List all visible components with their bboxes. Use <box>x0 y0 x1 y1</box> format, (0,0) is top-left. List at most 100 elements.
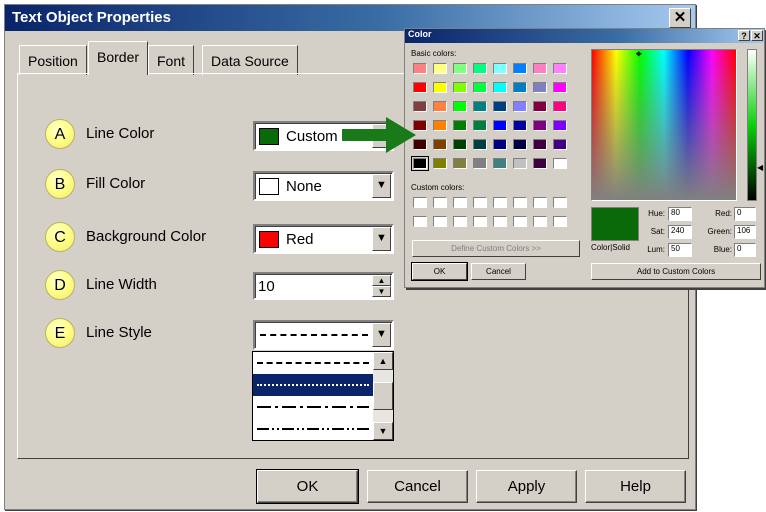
custom-color-cell[interactable] <box>513 197 527 208</box>
basic-color-cell[interactable] <box>453 82 467 93</box>
main-close-button[interactable]: ✕ <box>669 8 691 28</box>
add-to-custom-colors-button[interactable]: Add to Custom Colors <box>591 263 761 280</box>
line-style-scrollbar[interactable]: ▲ ▼ <box>373 352 393 440</box>
tab-font[interactable]: Font <box>148 45 195 75</box>
basic-color-cell[interactable] <box>473 82 487 93</box>
color-titlebar[interactable]: Color ? ✕ <box>405 29 764 43</box>
ok-button[interactable]: OK <box>256 469 359 504</box>
basic-color-cell[interactable] <box>433 82 447 93</box>
basic-color-cell[interactable] <box>413 63 427 74</box>
basic-color-cell[interactable] <box>493 139 507 150</box>
custom-color-cell[interactable] <box>453 197 467 208</box>
luminance-pointer-icon[interactable]: ◀ <box>757 163 763 172</box>
basic-color-cell[interactable] <box>453 139 467 150</box>
define-custom-colors-button[interactable]: Define Custom Colors >> <box>412 240 580 257</box>
custom-color-cell[interactable] <box>473 216 487 227</box>
scroll-up-button[interactable]: ▲ <box>373 352 393 370</box>
basic-color-cell[interactable] <box>473 139 487 150</box>
basic-color-cell[interactable] <box>553 139 567 150</box>
fill-color-dropdown-button[interactable]: ▼ <box>372 174 391 198</box>
basic-color-cell[interactable] <box>513 139 527 150</box>
custom-color-cell[interactable] <box>553 197 567 208</box>
line-width-value[interactable]: 10 <box>258 278 275 295</box>
basic-color-cell[interactable] <box>413 82 427 93</box>
line-width-up-button[interactable]: ▲ <box>372 275 391 286</box>
custom-color-cell[interactable] <box>553 216 567 227</box>
basic-color-cell[interactable] <box>513 120 527 131</box>
basic-color-cell[interactable] <box>411 156 429 171</box>
basic-color-cell[interactable] <box>473 101 487 112</box>
basic-color-cell[interactable] <box>493 63 507 74</box>
help-button[interactable]: Help <box>585 470 686 503</box>
tab-border[interactable]: Border <box>88 41 149 75</box>
basic-color-cell[interactable] <box>433 63 447 74</box>
basic-color-cell[interactable] <box>533 101 547 112</box>
custom-color-cell[interactable] <box>413 216 427 227</box>
basic-color-cell[interactable] <box>553 158 567 169</box>
custom-color-cell[interactable] <box>493 216 507 227</box>
custom-color-cell[interactable] <box>533 197 547 208</box>
sat-field[interactable]: 240 <box>668 225 692 239</box>
basic-color-cell[interactable] <box>533 139 547 150</box>
red-field[interactable]: 0 <box>734 207 756 221</box>
cancel-button[interactable]: Cancel <box>367 470 468 503</box>
luminance-slider[interactable] <box>747 49 757 201</box>
fill-color-combo[interactable]: None ▼ <box>253 171 394 201</box>
apply-button[interactable]: Apply <box>476 470 577 503</box>
line-style-option-dash-dot[interactable] <box>253 396 373 418</box>
custom-color-cell[interactable] <box>513 216 527 227</box>
background-color-dropdown-button[interactable]: ▼ <box>372 227 391 251</box>
basic-color-cell[interactable] <box>473 120 487 131</box>
basic-color-cell[interactable] <box>513 82 527 93</box>
basic-color-cell[interactable] <box>473 63 487 74</box>
custom-color-cell[interactable] <box>413 197 427 208</box>
basic-color-cell[interactable] <box>433 101 447 112</box>
line-style-option-long-dash[interactable] <box>253 352 373 374</box>
line-style-option-dotted[interactable] <box>253 374 373 396</box>
line-style-option-dash-dot-dot[interactable] <box>253 418 373 440</box>
custom-color-cell[interactable] <box>533 216 547 227</box>
color-help-button[interactable]: ? <box>738 30 750 41</box>
basic-color-cell[interactable] <box>533 82 547 93</box>
line-width-spinner[interactable]: 10 ▲ ▼ <box>253 272 394 300</box>
scroll-thumb[interactable] <box>373 382 393 410</box>
custom-color-cell[interactable] <box>433 216 447 227</box>
basic-color-cell[interactable] <box>553 101 567 112</box>
hue-field[interactable]: 80 <box>668 207 692 221</box>
basic-color-cell[interactable] <box>553 82 567 93</box>
line-style-combo[interactable]: ▼ <box>253 320 394 350</box>
basic-color-cell[interactable] <box>413 101 427 112</box>
basic-color-cell[interactable] <box>453 120 467 131</box>
color-cancel-button[interactable]: Cancel <box>471 263 526 280</box>
basic-color-cell[interactable] <box>453 101 467 112</box>
basic-color-cell[interactable] <box>493 120 507 131</box>
basic-color-cell[interactable] <box>553 63 567 74</box>
basic-color-cell[interactable] <box>453 158 467 169</box>
color-spectrum[interactable]: ⌖ <box>591 49 737 201</box>
custom-color-cell[interactable] <box>433 197 447 208</box>
lum-field[interactable]: 50 <box>668 243 692 257</box>
basic-color-cell[interactable] <box>533 120 547 131</box>
basic-color-cell[interactable] <box>473 158 487 169</box>
basic-color-cell[interactable] <box>433 120 447 131</box>
basic-color-cell[interactable] <box>453 63 467 74</box>
basic-color-cell[interactable] <box>553 120 567 131</box>
basic-color-cell[interactable] <box>493 82 507 93</box>
basic-color-cell[interactable] <box>513 63 527 74</box>
background-color-combo[interactable]: Red ▼ <box>253 224 394 254</box>
line-width-down-button[interactable]: ▼ <box>372 286 391 297</box>
color-close-button[interactable]: ✕ <box>751 30 763 41</box>
custom-color-cell[interactable] <box>453 216 467 227</box>
basic-color-cell[interactable] <box>533 63 547 74</box>
basic-color-cell[interactable] <box>493 158 507 169</box>
basic-color-cell[interactable] <box>533 158 547 169</box>
tab-data-source[interactable]: Data Source <box>202 45 298 75</box>
blue-field[interactable]: 0 <box>734 243 756 257</box>
custom-color-cell[interactable] <box>473 197 487 208</box>
basic-color-cell[interactable] <box>513 158 527 169</box>
line-style-dropdown-button[interactable]: ▼ <box>372 323 391 347</box>
green-field[interactable]: 106 <box>734 225 756 239</box>
basic-color-cell[interactable] <box>433 158 447 169</box>
custom-color-cell[interactable] <box>493 197 507 208</box>
basic-color-cell[interactable] <box>513 101 527 112</box>
